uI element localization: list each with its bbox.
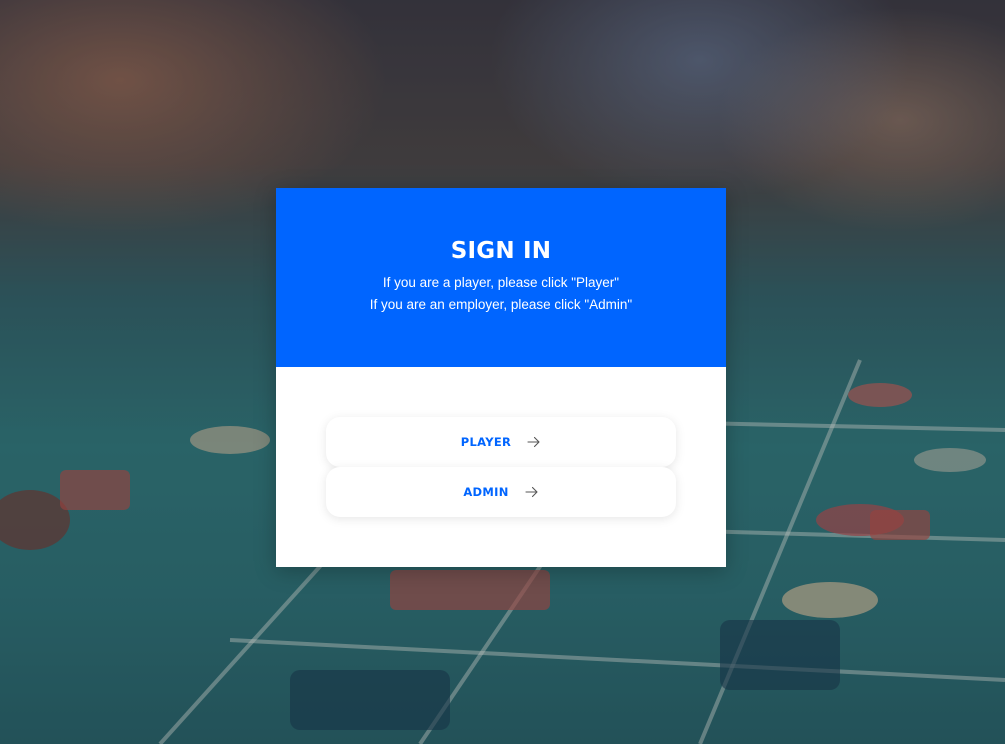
admin-instruction: If you are an employer, please click "Ad… (369, 297, 633, 312)
admin-button[interactable]: ADMIN (326, 467, 676, 517)
signin-card: SIGN IN If you are a player, please clic… (276, 188, 726, 567)
arrow-right-icon (525, 486, 538, 498)
signin-title: SIGN IN (450, 238, 552, 264)
admin-button-label: ADMIN (463, 485, 509, 499)
player-button[interactable]: PLAYER (326, 417, 676, 467)
arrow-right-icon (527, 436, 540, 448)
player-instruction: If you are a player, please click "Playe… (382, 275, 620, 290)
signin-header: SIGN IN If you are a player, please clic… (276, 188, 726, 367)
player-button-label: PLAYER (460, 435, 512, 449)
